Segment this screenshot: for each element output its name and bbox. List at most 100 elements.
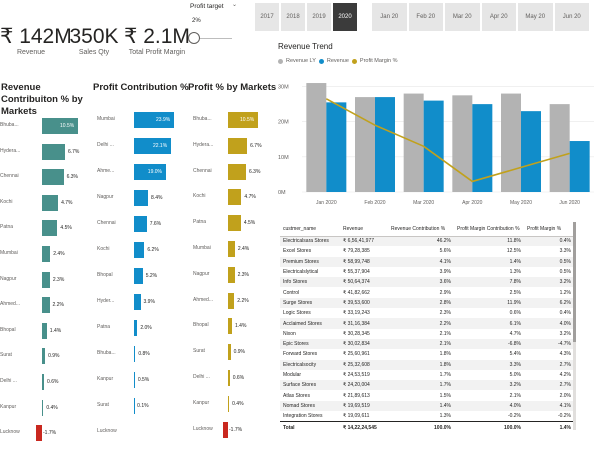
table-row[interactable]: Integration Stores ₹ 19,09,611 1.3% -0.2% -0… [280, 411, 574, 421]
bar-row: Kanpur 0.5% [97, 372, 194, 388]
bar [228, 395, 230, 412]
table-cell: ₹ 58,99,748 [340, 256, 388, 267]
table-row[interactable]: Control ₹ 41,82,662 2.9% 2.5% 1.2% [280, 287, 574, 297]
bar [42, 169, 64, 186]
table-row[interactable]: Info Stores ₹ 50,64,374 3.6% 7.8% 3.2% [280, 277, 574, 288]
table-row[interactable]: Premium Stores ₹ 58,99,748 4.1% 1.4% 0.5% [280, 256, 574, 267]
bar [42, 399, 44, 416]
year-tile-2020[interactable]: 2020 [332, 2, 358, 32]
table-cell: 2.7% [524, 359, 574, 370]
table-row[interactable]: Acclaimed Stores ₹ 31,16,384 2.2% 6.1% 4.0% [280, 318, 574, 329]
revenue-bar [423, 100, 444, 192]
table-cell: 1.4% [454, 256, 524, 267]
table-row[interactable]: Electricalsara Stores ₹ 6,56,41,977 46.2% 1… [280, 236, 574, 247]
profit-contribution-title: Profit Contribution % [93, 82, 189, 93]
table-row[interactable]: Atlas Stores ₹ 21,89,613 1.5% 2.1% 2.0% [280, 390, 574, 400]
table-header-cell[interactable]: custmer_name [280, 222, 340, 237]
bar [36, 425, 42, 442]
bar [134, 190, 149, 206]
bar [228, 163, 246, 180]
profit-target-slicer[interactable]: Profit target ⌄ 2% [188, 0, 248, 48]
table-cell: Surface Stores [280, 380, 340, 391]
table-cell: Electricalslytical [283, 269, 319, 276]
bar-category-label: Bhuba... [193, 116, 212, 122]
month-tile-jan-20[interactable]: Jan 20 [371, 2, 408, 32]
bar-value-label: 6.2% [147, 247, 159, 253]
bar [228, 370, 230, 386]
legend-label: Revenue [326, 58, 349, 64]
bar-category-label: Chennai [0, 173, 19, 180]
table-header-cell[interactable]: Revenue [340, 222, 388, 237]
x-tick-label: Apr 2020 [462, 200, 483, 206]
month-tile-apr-20[interactable]: Apr 20 [480, 2, 517, 32]
bar-value-label: 6.3% [66, 174, 78, 181]
bar-row: Chennai 7.6% [97, 216, 194, 232]
bar-value-label: 4.5% [60, 225, 72, 232]
table-cell: 3.3% [559, 248, 571, 255]
table-cell: 0.5% [559, 269, 571, 276]
profit-target-slider-handle[interactable] [188, 32, 200, 44]
year-tile-2019[interactable]: 2019 [306, 2, 332, 32]
bar-row: Bhopal 5.2% [97, 268, 194, 284]
bar-value-label: 6.7% [250, 142, 262, 149]
month-tile-jun-20[interactable]: Jun 20 [553, 2, 590, 32]
bar-row: Hydera... 6.7% [0, 143, 98, 160]
year-tile-2018[interactable]: 2018 [280, 2, 306, 32]
table-row[interactable]: Excel Stores ₹ 79,28,385 5.6% 12.5% 3.3% [280, 246, 574, 256]
table-row[interactable]: Nixon ₹ 30,28,345 2.1% 4.7% 3.2% [280, 329, 574, 339]
table-header-cell[interactable]: Profit Margin Contribution % [454, 222, 524, 237]
table-cell: 3.9% [439, 269, 451, 276]
bar-row: Kochi 4.7% [193, 189, 278, 206]
table-header-cell[interactable]: Profit Margin % [524, 222, 574, 237]
table-row[interactable]: Logic Stores ₹ 33,19,243 2.3% 0.6% 0.4% [280, 308, 574, 318]
table-row[interactable]: Epic Stores ₹ 30,02,834 2.1% -6.8% -4.7% [280, 338, 574, 350]
table-cell: 2.3% [439, 310, 451, 317]
bar-category-label: Delhi ... [193, 374, 210, 380]
bar-value-label: 0.8% [138, 351, 150, 357]
bar [42, 271, 50, 288]
table-header-cell[interactable]: Revenue Contribution % [388, 222, 454, 237]
bar-value-label: 2.2% [52, 302, 64, 309]
table-row[interactable]: Forward Stores ₹ 25,60,961 1.8% 5.4% 4.3% [280, 349, 574, 359]
bar-row: Hyder... 3.9% [97, 294, 194, 310]
bar-value-label: 0.1% [137, 403, 149, 409]
table-cell: ₹ 31,16,384 [340, 318, 388, 329]
bar-row: Nagpur 2.3% [0, 271, 98, 288]
year-tile-2017[interactable]: 2017 [254, 2, 280, 32]
table-scrollbar-thumb[interactable] [573, 222, 576, 342]
table-row[interactable]: Surface Stores ₹ 24,20,004 1.7% 3.2% 2.7% [280, 380, 574, 391]
table-row[interactable]: Modular ₹ 24,53,519 1.7% 5.0% 4.2% [280, 370, 574, 380]
bar-category-label: Surat [97, 402, 109, 408]
month-tile-mar-20[interactable]: Mar 20 [444, 2, 481, 32]
bar-row: Lucknow -1.7% [0, 425, 98, 442]
revenue-contribution-chart: Bhuba... 10.5% Hydera... 6.7% Chennai 6.3% Koc… [0, 118, 92, 448]
chevron-down-icon[interactable]: ⌄ [232, 1, 237, 8]
table-scrollbar[interactable] [573, 222, 576, 430]
table-total-cell: 1.4% [524, 420, 574, 434]
bar-category-label: Hydera... [193, 141, 214, 148]
table-row[interactable]: Electricalslytical ₹ 55,37,904 3.9% 1.3% 0.5… [280, 267, 574, 277]
month-tile-may-20[interactable]: May 20 [517, 2, 554, 32]
bar-value-label: 0.5% [137, 377, 150, 383]
profit-contribution-chart: Mumbai 23.9% Delhi ... 22.1% Ahme... 19.0% Nag… [97, 112, 187, 442]
table-cell: 4.1% [524, 400, 574, 412]
bar-category-label: Kanpur [0, 403, 17, 410]
table-cell: 3.6% [388, 277, 454, 288]
table-cell: Surge Stores [280, 297, 340, 309]
table-cell: 4.7% [509, 330, 521, 337]
table-row[interactable]: Surge Stores ₹ 39,53,600 2.8% 11.9% 6.2% [280, 297, 574, 309]
bar-value-label: 10.5% [240, 117, 255, 123]
table-row[interactable]: Nomad Stores ₹ 19,69,519 1.4% 4.0% 4.1% [280, 400, 574, 412]
table-cell: ₹ 41,82,662 [343, 289, 370, 296]
bar [134, 372, 135, 388]
bar-row: Patna 4.5% [193, 215, 278, 232]
month-tile-feb-20[interactable]: Feb 20 [407, 2, 444, 32]
profit-target-title: Profit target [190, 3, 224, 10]
bar-category-label: Kochi [0, 198, 13, 205]
table-cell: 2.9% [439, 289, 451, 296]
x-tick-label: May 2020 [510, 200, 532, 206]
bar [228, 215, 241, 232]
bar-row: Bhopal 1.4% [193, 318, 278, 335]
table-row[interactable]: Electricalsocity ₹ 25,32,608 1.8% 3.3% 2.7% [280, 359, 574, 370]
bar-value-label: 0.4% [232, 400, 244, 407]
